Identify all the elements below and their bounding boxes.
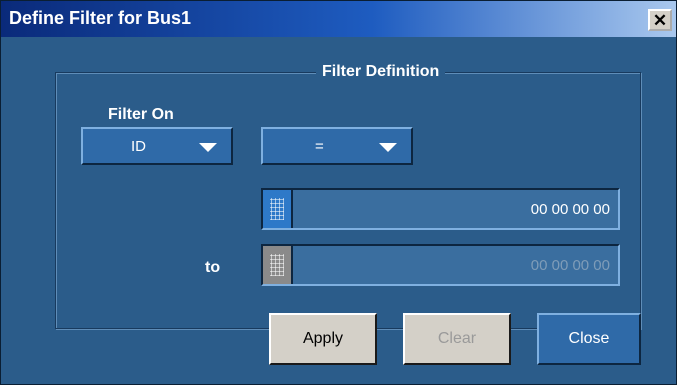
to-label: to [205,259,221,276]
filter-on-dropdown[interactable]: ID [81,127,233,165]
keypad-icon [263,246,293,284]
apply-button[interactable]: Apply [269,313,377,365]
clear-label: Clear [437,330,477,347]
filter-value-to-field: 00 00 00 00 [261,244,620,286]
title-bar[interactable]: Define Filter for Bus1 ✕ [1,1,676,37]
close-label: Close [568,330,610,347]
window-title: Define Filter for Bus1 [9,8,192,28]
filter-value-from-field[interactable]: 00 00 00 00 [261,188,620,230]
filter-value-to: 00 00 00 00 [530,257,610,274]
group-title: Filter Definition [316,63,446,81]
dialog-body: Filter Definition Filter On ID = 00 00 0… [1,37,676,384]
keypad-icon[interactable] [263,190,293,228]
operator-value: = [315,138,324,155]
operator-dropdown[interactable]: = [261,127,413,165]
chevron-down-icon [199,143,217,152]
filter-value-from: 00 00 00 00 [530,201,610,218]
define-filter-dialog: Define Filter for Bus1 ✕ Filter Definiti… [0,0,677,385]
clear-button: Clear [403,313,511,365]
close-button[interactable]: Close [537,313,641,365]
filter-on-value: ID [131,138,146,155]
apply-label: Apply [302,330,344,347]
close-icon[interactable]: ✕ [648,9,672,31]
close-glyph: ✕ [652,10,668,30]
filter-on-label: Filter On [108,106,174,123]
chevron-down-icon [379,143,397,152]
